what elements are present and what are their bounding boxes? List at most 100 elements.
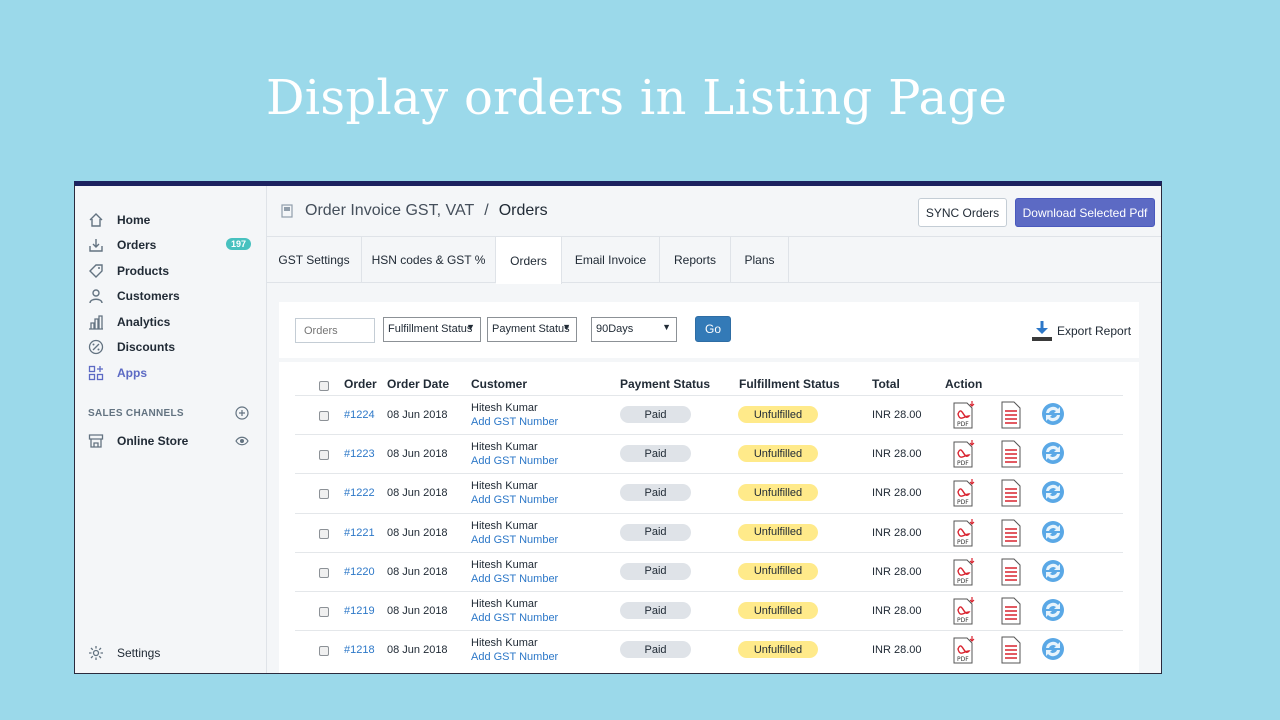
date-range-select[interactable]: 90Days ▼ bbox=[591, 317, 677, 342]
sidebar-item-analytics[interactable]: Analytics bbox=[87, 311, 257, 333]
invoice-document-icon[interactable] bbox=[1000, 636, 1024, 664]
order-total: INR 28.00 bbox=[872, 409, 922, 421]
customer-name: Hitesh Kumar bbox=[471, 519, 538, 532]
sidebar-item-home[interactable]: Home bbox=[87, 209, 257, 231]
add-gst-number-link[interactable]: Add GST Number bbox=[471, 455, 558, 467]
add-gst-number-link[interactable]: Add GST Number bbox=[471, 534, 558, 546]
order-number-link[interactable]: #1219 bbox=[344, 605, 375, 617]
refresh-icon[interactable] bbox=[1041, 480, 1065, 508]
table-row: #1222 08 Jun 2018 Hitesh Kumar Add GST N… bbox=[295, 473, 1123, 512]
sidebar-item-settings[interactable]: Settings bbox=[87, 642, 257, 664]
select-all-checkbox[interactable] bbox=[319, 381, 329, 391]
tab-hsn-codes[interactable]: HSN codes & GST % bbox=[362, 237, 496, 283]
invoice-document-icon[interactable] bbox=[1000, 597, 1024, 625]
pdf-download-icon[interactable]: PDF bbox=[952, 439, 976, 468]
pdf-download-icon[interactable]: PDF bbox=[952, 400, 976, 429]
sidebar-item-products[interactable]: Products bbox=[87, 260, 257, 282]
orders-search-input[interactable] bbox=[295, 318, 375, 343]
refresh-icon[interactable] bbox=[1041, 598, 1065, 626]
order-total: INR 28.00 bbox=[872, 565, 922, 578]
sync-orders-button[interactable]: SYNC Orders bbox=[918, 198, 1007, 227]
refresh-icon[interactable] bbox=[1041, 441, 1065, 469]
add-gst-number-link[interactable]: Add GST Number bbox=[471, 612, 558, 624]
sidebar-item-apps[interactable]: Apps bbox=[87, 362, 257, 384]
add-circle-icon[interactable] bbox=[235, 406, 249, 420]
invoice-document-icon[interactable] bbox=[1000, 440, 1024, 468]
page-title: Orders bbox=[498, 202, 548, 219]
row-checkbox[interactable] bbox=[319, 450, 329, 461]
customer-name: Hitesh Kumar bbox=[471, 637, 538, 650]
column-header-order[interactable]: Order bbox=[344, 377, 377, 391]
slide-title: Display orders in Listing Page bbox=[266, 70, 1008, 126]
invoice-document-icon[interactable] bbox=[1000, 519, 1024, 547]
column-header-customer[interactable]: Customer bbox=[471, 377, 527, 391]
filter-panel: Fulfillment Status ▼ Payment Status ▼ 90… bbox=[279, 302, 1139, 358]
order-total: INR 28.00 bbox=[872, 644, 922, 657]
row-checkbox[interactable] bbox=[319, 411, 329, 421]
tab-gst-settings[interactable]: GST Settings bbox=[267, 237, 362, 283]
order-number-link[interactable]: #1222 bbox=[344, 487, 375, 499]
row-checkbox[interactable] bbox=[319, 489, 329, 500]
sidebar-item-customers[interactable]: Customers bbox=[87, 285, 257, 307]
column-header-fulfillment-status[interactable]: Fulfillment Status bbox=[739, 377, 840, 391]
invoice-document-icon[interactable] bbox=[1000, 558, 1024, 586]
payment-status-select[interactable]: Payment Status ▼ bbox=[487, 317, 577, 342]
fulfillment-status-badge: Unfulfilled bbox=[738, 406, 818, 423]
column-header-payment-status[interactable]: Payment Status bbox=[620, 377, 710, 391]
orders-icon bbox=[87, 236, 105, 254]
add-gst-number-link[interactable]: Add GST Number bbox=[471, 416, 558, 428]
refresh-icon[interactable] bbox=[1041, 520, 1065, 548]
order-date: 08 Jun 2018 bbox=[387, 565, 448, 578]
sidebar-item-label: Settings bbox=[117, 646, 161, 660]
sidebar-item-discounts[interactable]: Discounts bbox=[87, 336, 257, 358]
invoice-document-icon[interactable] bbox=[1000, 479, 1024, 507]
order-number-link[interactable]: #1224 bbox=[344, 409, 375, 421]
refresh-icon[interactable] bbox=[1041, 402, 1065, 430]
orders-table: Order Order Date Customer Payment Status… bbox=[279, 362, 1139, 673]
fulfillment-status-select[interactable]: Fulfillment Status ▼ bbox=[383, 317, 481, 342]
tab-orders[interactable]: Orders bbox=[496, 237, 562, 284]
pdf-download-icon[interactable]: PDF bbox=[952, 635, 976, 664]
discount-icon bbox=[87, 338, 105, 356]
fulfillment-status-badge: Unfulfilled bbox=[738, 484, 818, 502]
add-gst-number-link[interactable]: Add GST Number bbox=[471, 573, 558, 585]
tab-email-invoice[interactable]: Email Invoice bbox=[562, 237, 660, 283]
row-checkbox[interactable] bbox=[319, 607, 329, 617]
select-value: Fulfillment Status bbox=[388, 323, 473, 335]
fulfillment-status-badge: Unfulfilled bbox=[738, 562, 818, 580]
sidebar-item-online-store[interactable]: Online Store bbox=[87, 430, 257, 452]
go-button[interactable]: Go bbox=[695, 316, 731, 342]
invoice-document-icon[interactable] bbox=[1000, 401, 1024, 429]
tab-reports[interactable]: Reports bbox=[660, 237, 731, 283]
gear-icon bbox=[87, 644, 105, 662]
download-selected-pdf-button[interactable]: Download Selected Pdf bbox=[1015, 198, 1155, 227]
column-header-total[interactable]: Total bbox=[872, 377, 900, 391]
pdf-download-icon[interactable]: PDF bbox=[952, 478, 976, 507]
add-gst-number-link[interactable]: Add GST Number bbox=[471, 494, 558, 506]
column-header-order-date[interactable]: Order Date bbox=[387, 377, 449, 391]
pdf-download-icon[interactable]: PDF bbox=[952, 596, 976, 625]
pdf-download-icon[interactable]: PDF bbox=[952, 557, 976, 586]
export-report-link[interactable]: Export Report bbox=[1031, 320, 1131, 342]
order-number-link[interactable]: #1223 bbox=[344, 448, 375, 460]
payment-status-badge: Paid bbox=[620, 641, 691, 659]
order-number-link[interactable]: #1218 bbox=[344, 644, 375, 656]
sidebar-item-orders[interactable]: Orders 197 bbox=[87, 234, 257, 256]
payment-status-badge: Paid bbox=[620, 602, 691, 619]
order-number-link[interactable]: #1221 bbox=[344, 527, 375, 539]
tab-plans[interactable]: Plans bbox=[731, 237, 789, 283]
sidebar-item-label: Products bbox=[117, 264, 170, 278]
refresh-icon[interactable] bbox=[1041, 559, 1065, 587]
order-number-link[interactable]: #1220 bbox=[344, 566, 375, 578]
pdf-download-icon[interactable]: PDF bbox=[952, 518, 976, 547]
row-checkbox[interactable] bbox=[319, 528, 329, 539]
breadcrumb-app[interactable]: Order Invoice GST, VAT bbox=[305, 202, 474, 220]
row-checkbox[interactable] bbox=[319, 567, 329, 578]
add-gst-number-link[interactable]: Add GST Number bbox=[471, 651, 558, 663]
refresh-icon[interactable] bbox=[1041, 637, 1065, 665]
select-value: 90Days bbox=[596, 323, 634, 335]
person-icon bbox=[87, 287, 105, 305]
row-checkbox[interactable] bbox=[319, 646, 329, 657]
sidebar-item-label: Online Store bbox=[117, 434, 189, 448]
eye-icon[interactable] bbox=[235, 434, 249, 448]
